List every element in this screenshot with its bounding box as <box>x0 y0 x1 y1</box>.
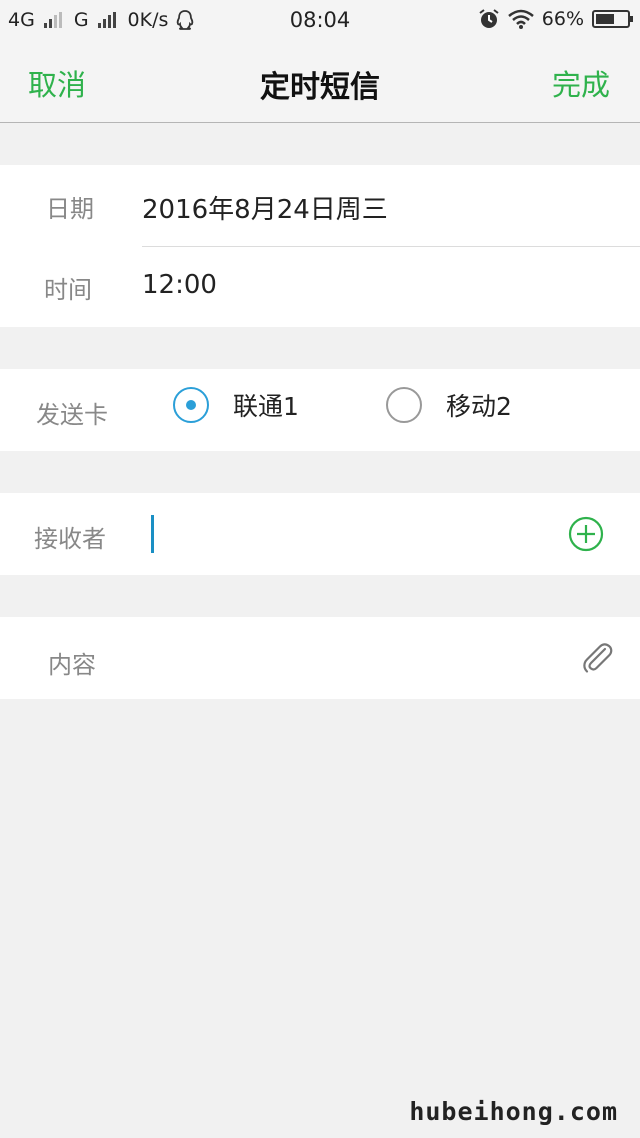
sim-card-row: 发送卡 联通1 移动2 <box>0 369 640 451</box>
radio-button[interactable] <box>386 387 422 423</box>
time-row[interactable]: 时间 12:00 <box>0 246 640 327</box>
wifi-icon <box>507 9 534 29</box>
recipient-input[interactable] <box>160 509 544 561</box>
recipient-label: 接收者 <box>34 525 106 553</box>
battery-icon <box>592 10 633 28</box>
battery-percent: 66% <box>541 8 584 30</box>
date-row[interactable]: 日期 2016年8月24日周三 <box>0 165 640 246</box>
date-value[interactable]: 2016年8月24日周三 <box>142 189 388 226</box>
paperclip-icon <box>583 643 613 673</box>
scheduled-sms-screen: 4G G 0K/s 08:04 66% 取消 定时短信 完成 日期 2016年8… <box>0 0 640 1138</box>
alarm-icon <box>479 9 499 28</box>
sim-option-label: 联通1 <box>233 392 299 421</box>
attach-button[interactable] <box>578 639 616 677</box>
text-cursor <box>151 515 154 553</box>
sim-option-unicom[interactable]: 联通1 <box>173 387 299 423</box>
time-label: 时间 <box>44 276 92 304</box>
date-label: 日期 <box>46 195 94 223</box>
add-recipient-button[interactable] <box>568 516 604 552</box>
sim-option-mobile[interactable]: 移动2 <box>386 387 512 423</box>
page-title: 定时短信 <box>260 70 380 105</box>
plus-circle-icon <box>568 516 604 552</box>
done-button[interactable]: 完成 <box>552 62 610 104</box>
sim-option-label: 移动2 <box>446 392 512 421</box>
schedule-card: 日期 2016年8月24日周三 时间 12:00 <box>0 165 640 327</box>
status-bar: 4G G 0K/s 08:04 66% <box>0 0 640 42</box>
sim-label: 发送卡 <box>36 401 108 429</box>
status-right: 66% <box>478 8 633 30</box>
time-value[interactable]: 12:00 <box>142 270 217 300</box>
radio-button[interactable] <box>173 387 209 423</box>
content-label: 内容 <box>48 651 96 679</box>
nav-bar: 取消 定时短信 完成 <box>0 42 640 123</box>
recipient-row: 接收者 <box>0 493 640 575</box>
watermark: hubeihong.com <box>409 1097 618 1126</box>
content-row[interactable]: 内容 <box>0 617 640 699</box>
